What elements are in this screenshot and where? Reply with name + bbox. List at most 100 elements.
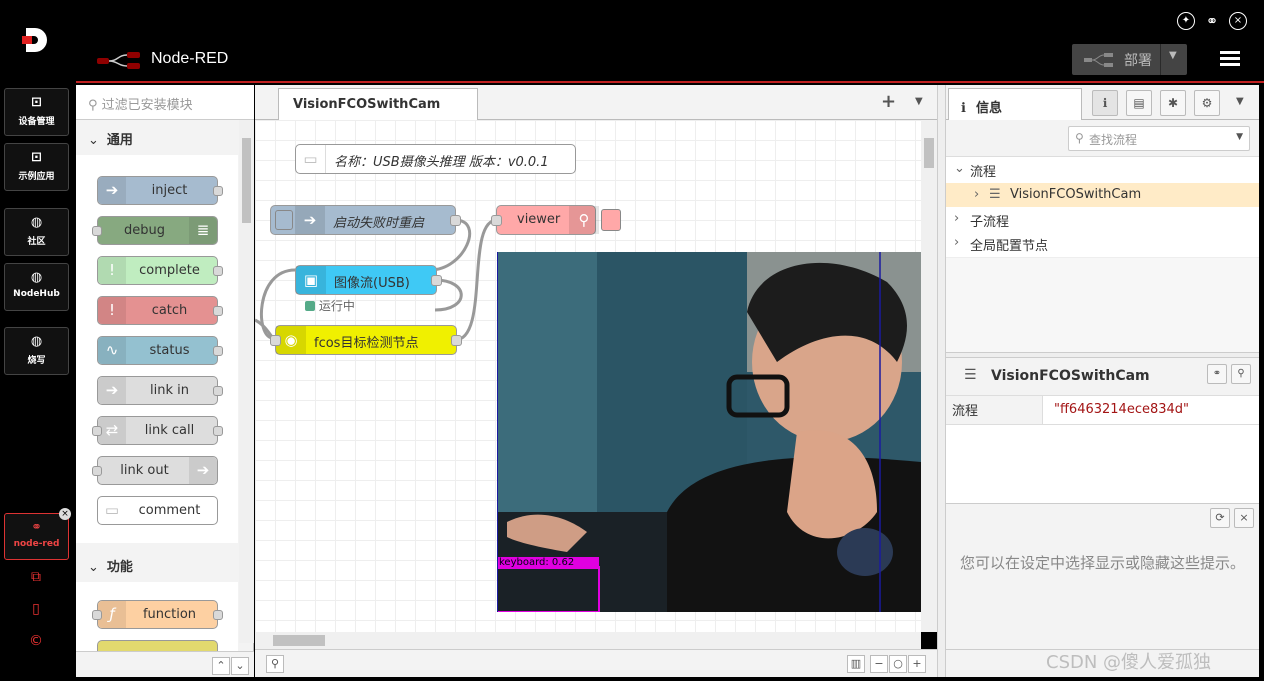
tree-item-subflows[interactable]: › 子流程	[946, 207, 1259, 231]
close-icon[interactable]: ×	[1234, 508, 1254, 528]
rail-community-button[interactable]: ◍ 社区	[4, 208, 69, 256]
tree-label: 流程	[970, 165, 997, 180]
viewer-node[interactable]: viewer ⚲	[491, 205, 621, 235]
rail-item-label: 示例应用	[18, 172, 55, 182]
bug-icon[interactable]: ✱	[1160, 90, 1186, 116]
palette-node-inject[interactable]: ➔ inject	[97, 176, 223, 205]
tree-empty-area	[946, 257, 1259, 352]
viewer-toggle-button[interactable]	[601, 209, 621, 231]
workspace-tabs: VisionFCOSwithCam + ▼	[255, 85, 937, 121]
map-icon[interactable]: ▥	[847, 655, 865, 673]
usb-camera-node[interactable]: ▣ 图像流(USB)	[295, 265, 442, 295]
app-window: ⊡ 设备管理 ⊡ 示例应用 ◍ 社区 ◍ NodeHub ◍ 烧写 ⚭ node…	[0, 0, 1264, 681]
palette-node-link-call[interactable]: ⇄ link call	[92, 416, 223, 445]
node-red-logo-icon	[97, 52, 140, 69]
node-label: debug	[124, 223, 165, 238]
pulse-icon: ∿	[98, 337, 126, 364]
image-icon[interactable]: ⧉	[26, 567, 46, 587]
scroll-thumb[interactable]	[273, 635, 325, 646]
flow-search-input[interactable]: ⚲ 查找流程 ▼	[1068, 126, 1250, 151]
palette-category-function[interactable]: ⌄ 功能	[76, 547, 238, 581]
flow-canvas[interactable]: ▭ 名称：USB摄像头推理 版本：v0.0.1 ➔ 启动失败时重启 viewer…	[255, 120, 921, 632]
palette-node-catch[interactable]: ! catch	[97, 296, 223, 325]
caret-down-icon[interactable]: ▼	[1236, 96, 1244, 107]
book-icon[interactable]: ▯	[26, 599, 46, 619]
app-title: Node-RED	[151, 50, 229, 67]
node-label: status	[149, 343, 190, 358]
tree-item-flow[interactable]: › ☰ VisionFCOSwithCam	[946, 183, 1259, 207]
list-icon: ≣	[189, 217, 217, 244]
output-port	[213, 386, 223, 396]
caret-down-icon[interactable]: ▼	[915, 96, 923, 107]
palette-node-debug[interactable]: debug ≣	[92, 216, 218, 245]
info-title: VisionFCOSwithCam	[991, 368, 1150, 384]
palette-node-status[interactable]: ∿ status	[97, 336, 223, 365]
tab-visionfcoswithcam[interactable]: VisionFCOSwithCam	[278, 88, 478, 121]
palette-node-function[interactable]: ƒ function	[92, 600, 223, 629]
tips-panel: ⟳ × 您可以在设定中选择显示或隐藏这些提示。	[946, 503, 1259, 649]
deploy-icon	[1084, 53, 1113, 67]
expand-all-icon[interactable]: ⌄	[231, 657, 249, 675]
close-icon[interactable]: ×	[1229, 12, 1247, 30]
book-icon[interactable]: ▤	[1126, 90, 1152, 116]
palette-node-comment[interactable]: ▭ comment	[97, 496, 218, 525]
zoom-in-icon[interactable]: +	[908, 655, 926, 673]
caret-down-icon[interactable]: ▼	[1236, 132, 1243, 142]
canvas-hscrollbar[interactable]	[255, 632, 921, 649]
search-icon[interactable]: ⚲	[266, 655, 284, 673]
zoom-out-icon[interactable]: −	[870, 655, 888, 673]
close-icon[interactable]: ×	[59, 508, 71, 520]
inject-trigger-button[interactable]	[275, 210, 293, 230]
arrow-in-icon: ➔	[295, 206, 325, 234]
canvas-vscrollbar[interactable]	[921, 120, 937, 632]
rail-nodehub-button[interactable]: ◍ NodeHub	[4, 263, 69, 311]
scroll-thumb[interactable]	[924, 138, 934, 168]
input-port	[92, 426, 102, 436]
link-icon[interactable]: ⚭	[1207, 364, 1227, 384]
gear-icon[interactable]: ⚙	[1194, 90, 1220, 116]
scroll-thumb[interactable]	[242, 138, 251, 223]
palette-node-link-out[interactable]: link out ➔	[92, 456, 218, 485]
caret-down-icon[interactable]: ▼	[1169, 50, 1177, 61]
deploy-button[interactable]: 部署 ▼	[1072, 44, 1187, 75]
node-label: link in	[150, 383, 189, 398]
rail-node-red-button[interactable]: ⚭ node-red	[4, 513, 69, 560]
refresh-icon[interactable]: ⟳	[1210, 508, 1230, 528]
palette-node-complete[interactable]: ! complete	[97, 256, 223, 285]
tree-item-global-config[interactable]: › 全局配置节点	[946, 231, 1259, 255]
tree-item-flows[interactable]: ⌄ 流程	[946, 157, 1259, 181]
search-icon: ⚲	[88, 98, 102, 113]
copyright-icon[interactable]: ©	[26, 631, 46, 651]
search-icon[interactable]: ⚲	[1231, 364, 1251, 384]
palette-category-common[interactable]: ⌄ 通用	[76, 120, 238, 154]
comment-node[interactable]: ▭ 名称：USB摄像头推理 版本：v0.0.1	[295, 144, 576, 174]
node-label: catch	[151, 303, 188, 318]
link-in-icon: ➔	[98, 377, 126, 404]
collapse-all-icon[interactable]: ⌃	[212, 657, 230, 675]
rail-examples-button[interactable]: ⊡ 示例应用	[4, 143, 69, 191]
palette-scrollbar[interactable]	[239, 120, 254, 643]
info-icon[interactable]: ℹ	[1092, 90, 1118, 116]
input-port	[491, 215, 502, 226]
output-port	[213, 426, 223, 436]
node-label: 图像流(USB)	[334, 276, 410, 291]
restart-inject-node[interactable]: ➔ 启动失败时重启	[270, 205, 461, 235]
info-value: "ff6463214ece834d"	[1054, 402, 1190, 417]
rail-device-manage-button[interactable]: ⊡ 设备管理	[4, 88, 69, 136]
tree-label: 全局配置节点	[970, 239, 1049, 254]
fcos-detect-node[interactable]: ◉ fcos目标检测节点	[270, 325, 462, 355]
sidebar-separator[interactable]	[937, 85, 946, 677]
detection-label: keyboard: 0.62	[499, 557, 575, 568]
palette-search-input[interactable]: ⚲ 过滤已安装模块	[76, 85, 254, 120]
compass-icon[interactable]: ✦	[1177, 12, 1195, 30]
tab-info[interactable]: ℹ 信息	[948, 88, 1082, 121]
zoom-reset-icon[interactable]: ○	[889, 655, 907, 673]
add-flow-icon[interactable]: +	[881, 91, 896, 112]
main-menu-button[interactable]	[1220, 51, 1240, 67]
info-body	[946, 425, 1259, 503]
palette-node-link-in[interactable]: ➔ link in	[97, 376, 223, 405]
link-icon[interactable]: ⚭	[1203, 12, 1221, 30]
status-label: 运行中	[318, 299, 355, 313]
rail-flash-button[interactable]: ◍ 烧写	[4, 327, 69, 375]
function-icon: ƒ	[98, 601, 126, 628]
